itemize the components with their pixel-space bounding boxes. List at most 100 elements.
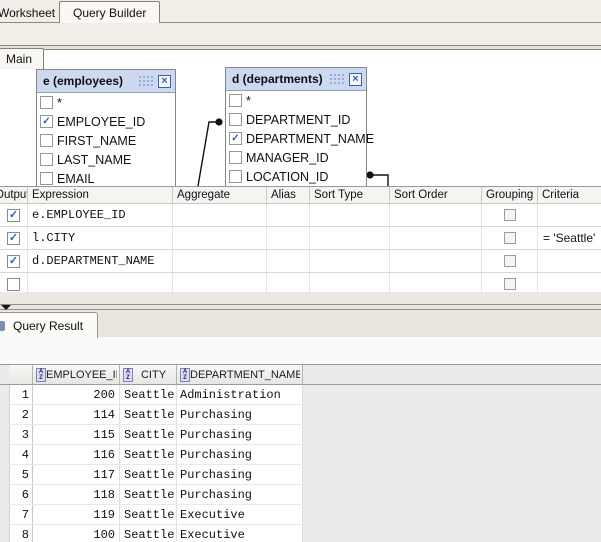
field-checkbox[interactable] <box>40 96 53 109</box>
field-row[interactable]: DEPARTMENT_ID <box>226 110 366 129</box>
aggregate-cell[interactable] <box>173 273 267 292</box>
tab-query-builder[interactable]: Query Builder <box>59 1 161 23</box>
column-header-department-name[interactable]: AZ DEPARTMENT_NAME <box>177 365 303 385</box>
cell-city[interactable]: Seattle <box>120 465 177 484</box>
field-checkbox[interactable] <box>229 132 242 145</box>
table-card-employees[interactable]: e (employees) × * EMPLOYEE_ID FIRST_NAME… <box>36 69 176 186</box>
output-checkbox[interactable] <box>7 231 20 245</box>
cell-city[interactable]: Seattle <box>120 445 177 464</box>
cell-city[interactable]: Seattle <box>120 485 177 504</box>
sort-order-cell[interactable] <box>390 227 482 249</box>
cell-employee-id[interactable]: 200 <box>33 385 120 404</box>
sort-type-cell[interactable] <box>310 250 390 272</box>
field-row[interactable]: EMPLOYEE_ID <box>37 112 175 131</box>
cell-employee-id[interactable]: 114 <box>33 405 120 424</box>
aggregate-cell[interactable] <box>173 250 267 272</box>
close-icon[interactable]: × <box>349 72 362 86</box>
column-header-city[interactable]: AZ CITY <box>120 365 177 385</box>
alias-cell[interactable] <box>267 227 310 249</box>
cell-department[interactable]: Purchasing <box>177 485 303 504</box>
expression-cell[interactable]: l.CITY <box>28 231 75 245</box>
cell-employee-id[interactable]: 117 <box>33 465 120 484</box>
result-row: 6 118 Seattle Purchasing <box>0 485 601 505</box>
cell-department[interactable]: Purchasing <box>177 405 303 424</box>
sort-order-cell[interactable] <box>390 250 482 272</box>
result-row: 5 117 Seattle Purchasing <box>0 465 601 485</box>
cell-employee-id[interactable]: 100 <box>33 525 120 542</box>
field-checkbox[interactable] <box>40 153 53 166</box>
tab-main[interactable]: Main <box>0 48 45 69</box>
sort-order-cell[interactable] <box>390 204 482 226</box>
field-checkbox[interactable] <box>40 134 53 147</box>
output-checkbox[interactable] <box>7 277 20 291</box>
field-checkbox[interactable] <box>229 113 242 126</box>
cell-city[interactable]: Seattle <box>120 405 177 424</box>
drag-grip-icon <box>138 74 154 88</box>
cell-department[interactable]: Purchasing <box>177 445 303 464</box>
row-number[interactable]: 1 <box>10 385 33 404</box>
field-row[interactable]: MANAGER_ID <box>226 148 366 167</box>
alias-cell[interactable] <box>267 250 310 272</box>
grouping-checkbox[interactable] <box>503 232 516 244</box>
cell-city[interactable]: Seattle <box>120 505 177 524</box>
close-icon[interactable]: × <box>158 74 171 88</box>
field-checkbox[interactable] <box>229 170 242 183</box>
field-checkbox[interactable] <box>229 151 242 164</box>
alias-cell[interactable] <box>267 273 310 292</box>
field-row[interactable]: FIRST_NAME <box>37 131 175 150</box>
cell-city[interactable]: Seattle <box>120 525 177 542</box>
aggregate-cell[interactable] <box>173 204 267 226</box>
column-header-employee-id[interactable]: AZ EMPLOYEE_ID <box>33 365 120 385</box>
sort-type-cell[interactable] <box>310 227 390 249</box>
cell-department[interactable]: Purchasing <box>177 425 303 444</box>
output-checkbox[interactable] <box>7 254 20 268</box>
cell-employee-id[interactable]: 118 <box>33 485 120 504</box>
cell-department[interactable]: Executive <box>177 505 303 524</box>
field-row[interactable]: DEPARTMENT_NAME <box>226 129 374 148</box>
builder-row <box>0 273 601 292</box>
row-number[interactable]: 8 <box>10 525 33 542</box>
table-card-header[interactable]: e (employees) × <box>37 70 175 93</box>
field-row[interactable]: LOCATION_ID <box>226 167 366 186</box>
field-row[interactable]: EMAIL <box>37 169 175 186</box>
sort-order-cell[interactable] <box>390 273 482 292</box>
grouping-checkbox[interactable] <box>503 278 516 290</box>
field-row[interactable]: * <box>226 91 366 110</box>
grouping-checkbox[interactable] <box>503 209 516 221</box>
row-number[interactable]: 3 <box>10 425 33 444</box>
cell-employee-id[interactable]: 119 <box>33 505 120 524</box>
column-header-expression: Expression <box>28 187 173 203</box>
tab-worksheet[interactable]: Worksheet <box>0 2 68 22</box>
row-number[interactable]: 6 <box>10 485 33 504</box>
row-number[interactable]: 7 <box>10 505 33 524</box>
expression-cell[interactable]: e.EMPLOYEE_ID <box>28 208 126 222</box>
field-row[interactable]: LAST_NAME <box>37 150 175 169</box>
query-builder-canvas[interactable]: e (employees) × * EMPLOYEE_ID FIRST_NAME… <box>0 50 601 186</box>
sort-type-cell[interactable] <box>310 204 390 226</box>
alias-cell[interactable] <box>267 204 310 226</box>
row-number[interactable]: 4 <box>10 445 33 464</box>
expression-cell[interactable]: d.DEPARTMENT_NAME <box>28 254 154 268</box>
cell-employee-id[interactable]: 116 <box>33 445 120 464</box>
cell-department[interactable]: Administration <box>177 385 303 404</box>
cell-department[interactable]: Purchasing <box>177 465 303 484</box>
grid-corner-cell <box>10 365 33 385</box>
field-checkbox[interactable] <box>40 172 53 185</box>
table-card-departments[interactable]: d (departments) × * DEPARTMENT_ID DEPART… <box>225 67 374 186</box>
row-number[interactable]: 5 <box>10 465 33 484</box>
field-checkbox[interactable] <box>40 115 53 128</box>
field-checkbox[interactable] <box>229 94 242 107</box>
aggregate-cell[interactable] <box>173 227 267 249</box>
cell-employee-id[interactable]: 115 <box>33 425 120 444</box>
tab-query-result[interactable]: Query Result <box>0 312 99 338</box>
grouping-checkbox[interactable] <box>503 255 516 267</box>
field-row[interactable]: * <box>37 93 175 112</box>
table-card-header[interactable]: d (departments) × <box>226 68 366 91</box>
sort-type-cell[interactable] <box>310 273 390 292</box>
cell-department[interactable]: Executive <box>177 525 303 542</box>
output-checkbox[interactable] <box>7 208 20 222</box>
criteria-cell[interactable]: = 'Seattle' <box>538 231 595 245</box>
row-number[interactable]: 2 <box>10 405 33 424</box>
cell-city[interactable]: Seattle <box>120 385 177 404</box>
cell-city[interactable]: Seattle <box>120 425 177 444</box>
